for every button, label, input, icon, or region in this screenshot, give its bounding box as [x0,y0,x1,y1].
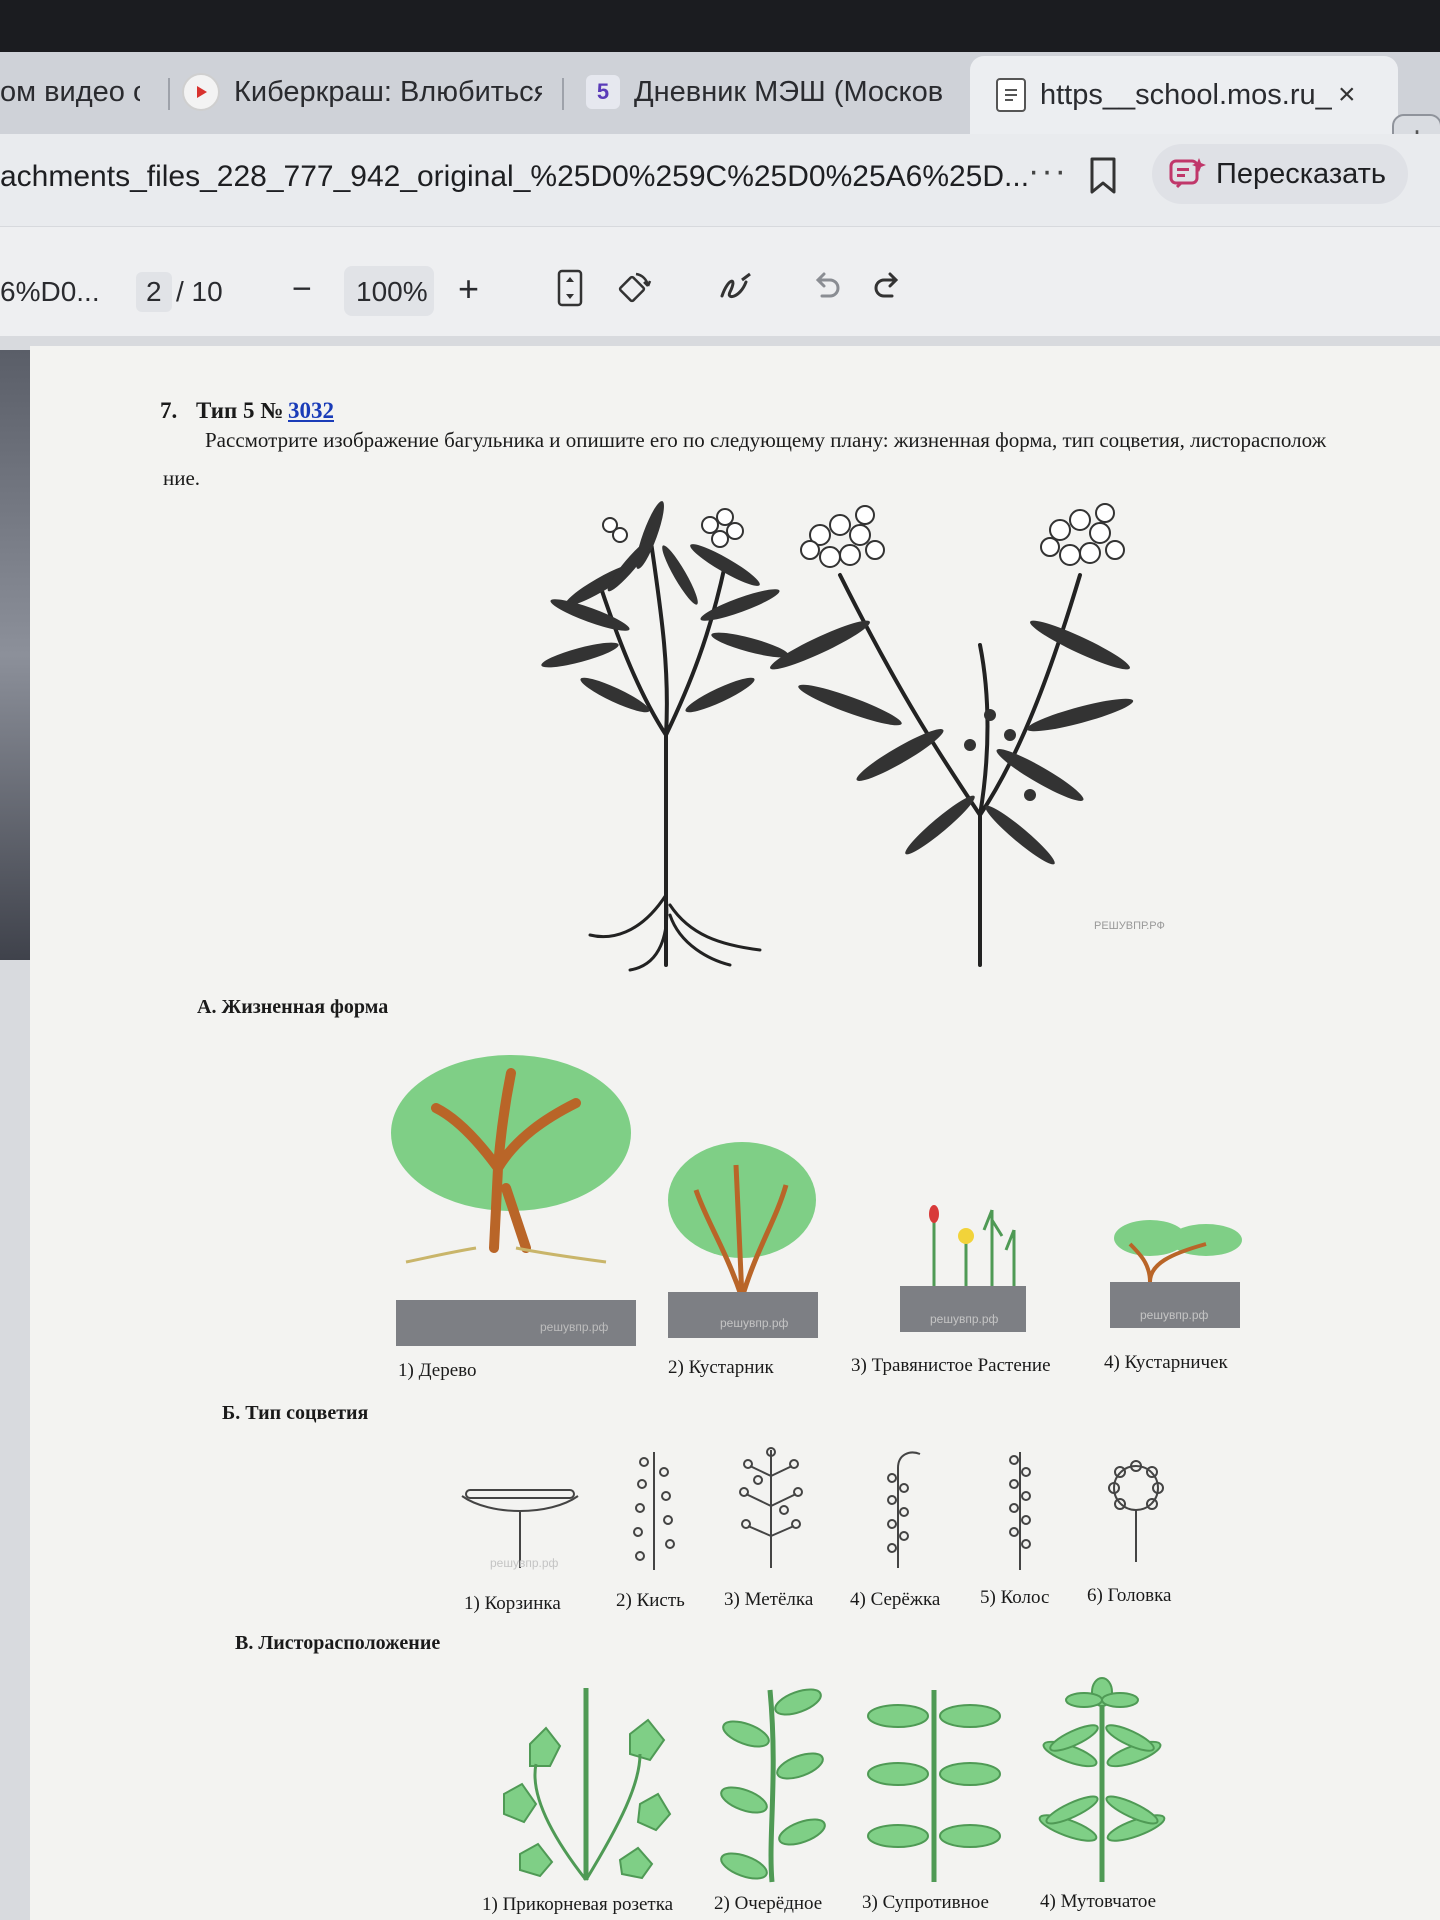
mesh-badge: 5 [596,79,610,104]
question-text: Рассмотрите изображение багульника и опи… [205,428,1327,452]
address-bar: achments_files_228_777_942_original_%25D… [0,134,1440,226]
draw-pen-icon[interactable] [718,268,752,308]
leaf-arrangement-option-4: 4) Мутовчатое [1040,1891,1157,1912]
page-total: / 10 [176,276,223,307]
pdf-file-icon [996,78,1026,112]
section-b-title: Б. Тип соцветия [222,1402,369,1424]
raceme-inflorescence-icon [633,1452,675,1570]
zoom-level[interactable]: 100% [356,276,428,308]
inflorescence-option-1: 1) Корзинка [464,1593,561,1614]
watermark: решувпр.рф [540,1320,609,1334]
section-a-title: А. Жизненная форма [197,996,389,1018]
life-form-option-2: 2) Кустарник [668,1357,774,1378]
tab-label: Киберкраш: Влюбиться в [234,75,542,108]
question-number: 7. [160,398,178,423]
basal-rosette-illustration [503,1688,672,1881]
retell-button[interactable]: Пересказать [1152,144,1409,204]
tab-label: https__school.mos.ru_e [1040,78,1332,111]
undo-icon[interactable] [810,270,842,304]
bookmark-icon[interactable] [1088,156,1118,196]
question-type: Тип 5 № [196,398,284,423]
shrub-illustration [668,1142,816,1299]
mesh-five-icon: 5 [586,75,620,109]
leaf-arrangement-option-2: 2) Очерёдное [714,1893,823,1914]
watermark: решувпр.рф [720,1316,789,1330]
inflorescence-option-6: 6) Головка [1087,1585,1172,1606]
head-inflorescence-icon [1108,1460,1164,1562]
ground-block [668,1292,818,1338]
redo-icon[interactable] [872,270,904,304]
life-form-option-4: 4) Кустарничек [1104,1352,1228,1373]
watermark: решувпр.рф [490,1556,559,1570]
question-text-continued: ние. [163,466,201,490]
subshrub-illustration [1114,1220,1242,1283]
watermark: решувпр.рф [1140,1308,1209,1322]
panicle-inflorescence-icon [739,1447,803,1568]
pdf-file-name: 6%D0... [0,276,100,307]
rotate-icon[interactable] [614,268,654,308]
herb-illustration [929,1205,1016,1296]
life-form-option-1: 1) Дерево [398,1360,477,1381]
zoom-in-button[interactable]: + [458,268,479,310]
inflorescence-option-4: 4) Серёжка [850,1589,941,1610]
watermark: решувпр.рф [930,1312,999,1326]
tab-separator [562,78,564,110]
tab-bar: ом видео о Киберкраш: Влюбиться в 5 Днев… [0,52,1440,164]
close-tab-icon[interactable]: × [1338,78,1356,112]
catkin-inflorescence-icon [887,1451,921,1568]
opposite-arrangement-illustration [867,1690,1001,1882]
whorled-arrangement-illustration [1038,1677,1166,1882]
zoom-out-button[interactable]: − [292,270,312,309]
watermark: РЕШУВПР.РФ [1094,920,1165,932]
tab-video[interactable]: ом видео о [0,62,140,122]
leaf-arrangement-option-1: 1) Прикорневая розетка [482,1894,674,1915]
ledum-plant-illustration [541,501,1134,972]
fit-page-icon[interactable] [556,268,584,308]
retell-label: Пересказать [1216,157,1387,190]
inflorescence-option-5: 5) Колос [980,1587,1050,1608]
page-number-input[interactable]: 2 [146,276,162,308]
tab-school-mos-active[interactable]: https__school.mos.ru_e × [970,56,1398,134]
tree-illustration [391,1055,631,1264]
tab-label: Дневник МЭШ (Московск [634,75,944,108]
question-id-link[interactable]: 3032 [288,398,334,424]
tab-separator [168,78,170,110]
more-options-icon[interactable]: ··· [1028,152,1068,191]
retell-icon [1169,158,1206,189]
tab-cybercrash[interactable]: Киберкраш: Влюбиться в [182,62,542,122]
life-form-option-3: 3) Травянистое Растение [851,1355,1051,1376]
spike-inflorescence-icon [1009,1452,1031,1570]
inflorescence-option-3: 3) Метёлка [724,1589,814,1610]
section-c-title: В. Листорасположение [235,1632,441,1654]
tab-mesh-diary[interactable]: 5 Дневник МЭШ (Московск [586,62,956,122]
tab-label: ом видео о [0,75,140,108]
inflorescence-option-2: 2) Кисть [616,1590,685,1611]
alternate-arrangement-illustration [720,1688,826,1883]
youtube-play-icon [182,73,220,111]
url-field[interactable]: achments_files_228_777_942_original_%25D… [0,160,1029,194]
leaf-arrangement-option-3: 3) Супротивное [862,1892,989,1913]
